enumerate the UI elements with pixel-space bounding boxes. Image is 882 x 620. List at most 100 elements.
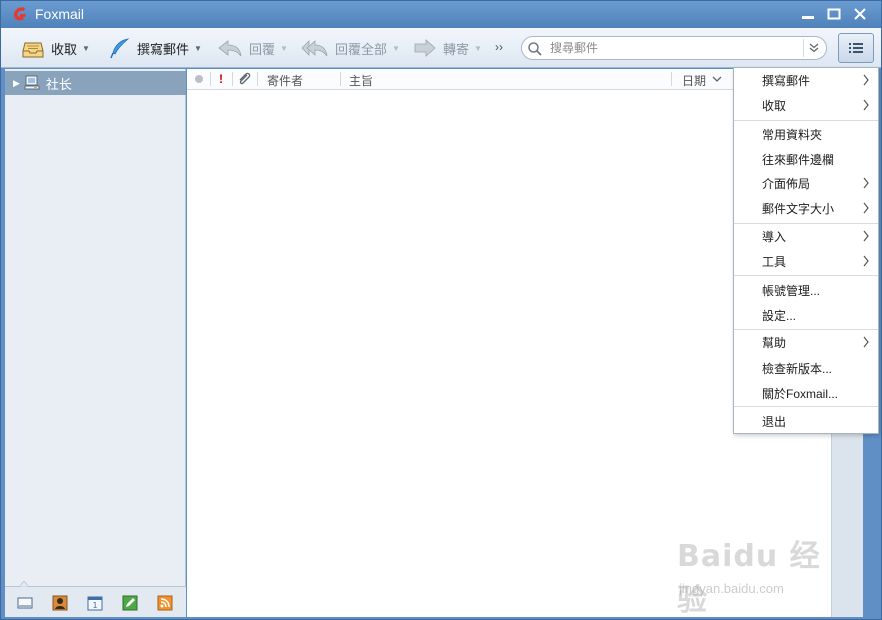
bottom-app-switcher: 1 [5,581,186,617]
foxmail-window: Foxmail 收取 ▼ 撰寫郵件 ▼ 回覆 ▼ 回覆全部 ▼ 轉寄 ▼ ›› … [0,0,882,620]
chevron-right-icon [863,255,869,267]
chevron-down-icon[interactable]: ▼ [82,44,90,53]
menu-item-correspondence-sidebar[interactable]: 往來郵件邊欄 [734,147,878,171]
search-box [521,36,827,60]
inbox-tray-icon [22,42,44,58]
feather-pen-icon [110,38,130,59]
menu-item-label: 撰寫郵件 [762,73,811,88]
watermark-url: jingyan.baidu.com [679,581,784,596]
menu-item-label: 導入 [762,229,787,244]
menu-item-exit[interactable]: 退出 [734,409,878,433]
menu-item-import[interactable]: 導入 [734,224,878,248]
forward-label: 轉寄 [443,41,470,57]
menu-item-label: 帳號管理... [762,283,821,298]
priority-flag-column[interactable]: ! [219,72,223,86]
menu-separator [734,406,878,407]
forward-button[interactable]: 轉寄 ▼ [413,34,482,62]
menu-item-label: 工具 [762,254,787,269]
search-options-button[interactable] [803,39,823,57]
column-divider[interactable] [257,72,258,86]
minimize-icon[interactable] [797,5,819,23]
compose-label: 撰寫郵件 [137,41,190,57]
svg-text:1: 1 [92,601,97,610]
search-input[interactable] [550,40,790,56]
menu-item-account-management[interactable]: 帳號管理... [734,278,878,302]
close-icon[interactable] [849,5,871,23]
chevron-down-icon[interactable]: ▼ [474,44,482,53]
column-divider[interactable] [671,72,672,86]
chevron-right-icon [863,74,869,86]
column-divider[interactable] [340,72,341,86]
attachment-paperclip-icon[interactable] [237,71,251,87]
menu-item-label: 退出 [762,414,787,429]
column-divider[interactable] [232,72,233,86]
account-label: 社长 [45,76,72,92]
chevron-down-icon[interactable]: ▼ [280,44,288,53]
menu-separator [734,275,878,276]
search-icon [528,42,542,56]
menu-item-label: 設定... [762,308,797,323]
foxmail-logo-icon [14,7,26,21]
chevron-right-icon [863,336,869,348]
chevron-right-icon [863,202,869,214]
watermark-logo: Baidu 经验 [677,539,821,618]
menu-item-tools[interactable]: 工具 [734,249,878,273]
list-menu-icon [849,43,863,53]
toolbar: 收取 ▼ 撰寫郵件 ▼ 回覆 ▼ 回覆全部 ▼ 轉寄 ▼ ›› 搜尋郵件 [1,28,881,68]
menu-item-check-updates[interactable]: 檢查新版本... [734,356,878,380]
maximize-icon[interactable] [823,5,845,23]
folder-pane: ▶ 社长 1 [5,69,186,617]
menu-item-label: 幫助 [762,335,787,350]
account-folder-item[interactable]: ▶ 社长 [5,71,186,95]
menu-item-compose[interactable]: 撰寫郵件 [734,68,878,92]
menu-item-label: 郵件文字大小 [762,201,835,216]
menu-item-label: 往來郵件邊欄 [762,152,835,167]
reply-all-arrow-icon [301,40,328,57]
forward-arrow-icon [414,39,436,57]
title-bar: Foxmail [1,1,881,28]
expand-triangle-icon[interactable]: ▶ [13,78,20,89]
menu-item-settings[interactable]: 設定... [734,303,878,327]
reply-arrow-icon [218,40,242,57]
chevron-right-icon [863,99,869,111]
date-column-header[interactable]: 日期 [682,72,706,89]
menu-item-label: 介面佈局 [762,176,811,191]
menu-item-favorite-folders[interactable]: 常用資料夾 [734,122,878,146]
menu-separator [734,120,878,121]
menu-item-label: 收取 [762,98,787,113]
menu-item-help[interactable]: 幫助 [734,330,878,354]
subject-column-header[interactable]: 主旨 [349,72,373,89]
compose-button[interactable]: 撰寫郵件 ▼ [109,34,202,62]
baidu-watermark: Baidu 经验 jingyan.baidu.com [677,531,837,618]
contacts-icon[interactable] [52,595,68,611]
reply-all-label: 回覆全部 [335,41,388,57]
menu-item-receive[interactable]: 收取 [734,93,878,117]
notes-icon[interactable] [122,595,138,611]
window-title: Foxmail [35,6,85,22]
menu-item-about[interactable]: 關於Foxmail... [734,381,878,405]
menu-item-label: 關於Foxmail... [762,386,839,401]
menu-item-text-size[interactable]: 郵件文字大小 [734,196,878,220]
sort-chevron-down-icon[interactable] [712,75,722,83]
sender-column-header[interactable]: 寄件者 [267,72,303,89]
receive-button[interactable]: 收取 ▼ [21,34,90,62]
double-chevron-down-icon [809,43,818,53]
reply-all-button[interactable]: 回覆全部 ▼ [301,34,400,62]
main-menu-dropdown: 撰寫郵件 收取 常用資料夾 往來郵件邊欄 介面佈局 郵件文字大小 導入 工具 帳… [733,67,879,434]
rss-feed-icon[interactable] [157,595,173,611]
mail-icon[interactable] [17,595,33,611]
menu-item-label: 檢查新版本... [762,361,833,376]
menu-item-layout[interactable]: 介面佈局 [734,171,878,195]
chevron-down-icon[interactable]: ▼ [194,44,202,53]
chevron-down-icon[interactable]: ▼ [392,44,400,53]
calendar-icon[interactable]: 1 [87,595,103,611]
main-menu-button[interactable] [838,33,874,63]
reply-label: 回覆 [249,41,276,57]
column-divider[interactable] [210,72,211,86]
chevron-right-icon [863,230,869,242]
selected-pointer-icon [19,581,29,587]
reply-button[interactable]: 回覆 ▼ [217,34,288,62]
read-status-column-icon[interactable] [194,74,204,84]
toolbar-overflow-button[interactable]: ›› [495,40,503,54]
account-computer-icon [24,75,40,90]
